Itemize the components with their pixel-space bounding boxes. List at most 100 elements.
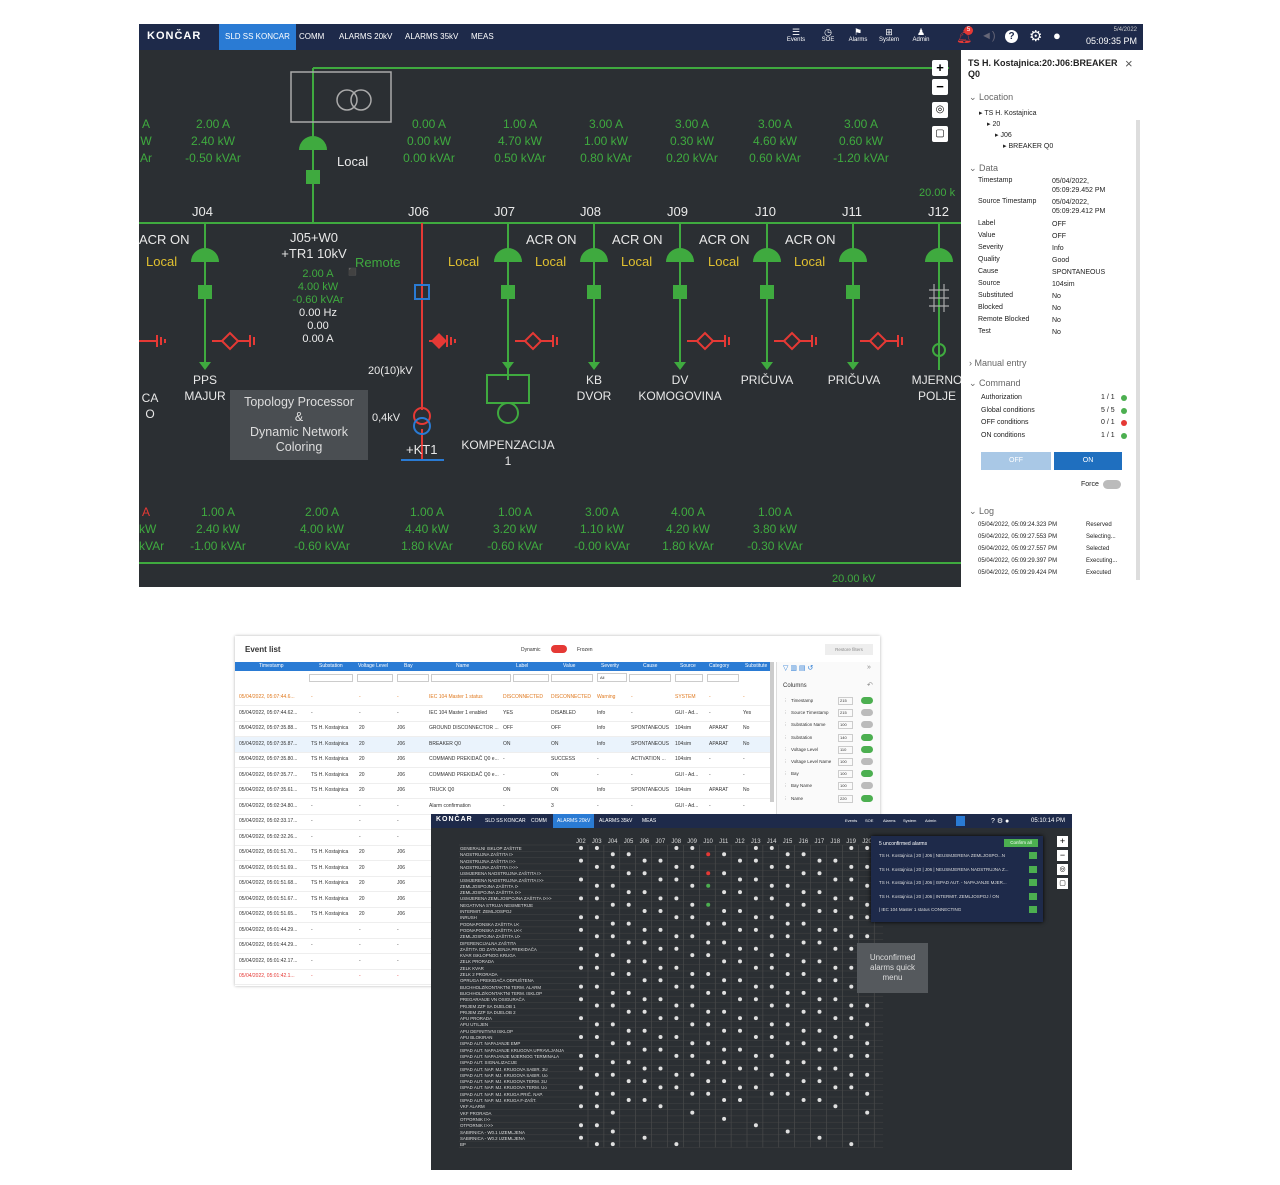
alarm-indicator[interactable] (674, 846, 679, 850)
alarm-indicator[interactable] (769, 915, 774, 920)
alarm-indicator[interactable] (801, 921, 806, 926)
admin-button[interactable]: ♟ Admin (906, 27, 936, 43)
alarms-tab-meas[interactable]: MEAS (642, 814, 656, 828)
event-row[interactable]: 05/04/2022, 05:07:35.77... TS H. Kostajni… (235, 768, 770, 784)
alarm-indicator[interactable] (865, 1003, 870, 1008)
alarm-indicator[interactable] (658, 965, 663, 970)
alarm-indicator[interactable] (801, 1060, 806, 1065)
event-row[interactable]: 05/04/2022, 05:07:35.88... TS H. Kostajni… (235, 721, 770, 737)
event-scrollbar[interactable] (770, 662, 774, 802)
alarm-indicator[interactable] (722, 959, 727, 964)
filter-voltage[interactable] (357, 674, 393, 682)
alarm-indicator[interactable] (785, 1041, 790, 1046)
zoom-out-button[interactable]: − (932, 79, 948, 95)
alarm-indicator[interactable] (594, 1104, 599, 1109)
filter-source[interactable] (675, 674, 703, 682)
close-icon[interactable]: × (1125, 56, 1133, 71)
event-row[interactable]: 05/04/2022, 05:07:44.6... - - - IEC 104 Mast… (235, 690, 770, 706)
filter-substation[interactable] (309, 674, 353, 682)
alarm-indicator[interactable] (579, 1053, 583, 1058)
confirm-alarm-button[interactable] (1029, 865, 1037, 873)
alarm-indicator[interactable] (642, 1066, 647, 1071)
alarm-indicator[interactable] (738, 1098, 742, 1102)
alarm-indicator[interactable] (642, 940, 647, 945)
location-section[interactable]: ⌄ Location (969, 92, 1013, 103)
alarm-indicator[interactable] (610, 1129, 615, 1134)
alarm-indicator[interactable] (594, 1035, 599, 1039)
frozen-toggle[interactable] (551, 645, 567, 653)
soe-button[interactable]: ◷ SOE (813, 27, 843, 43)
column-visible-toggle[interactable] (861, 697, 873, 704)
alarm-indicator[interactable] (785, 1003, 790, 1008)
alarm-indicator[interactable] (833, 1016, 838, 1021)
alarm-indicator[interactable] (594, 846, 599, 850)
alarm-indicator[interactable] (658, 997, 663, 1002)
event-row[interactable]: 05/04/2022, 05:07:35.80... TS H. Kostajni… (235, 752, 770, 768)
alarm-indicator[interactable] (817, 927, 822, 932)
alarm-indicator[interactable] (610, 1022, 615, 1027)
filter-cause[interactable] (629, 674, 671, 682)
tab-meas[interactable]: MEAS (465, 24, 500, 50)
alarm-indicator[interactable] (769, 953, 774, 958)
alarm-indicator[interactable] (769, 896, 774, 901)
alarm-indicator[interactable] (674, 1003, 679, 1008)
alarm-indicator[interactable] (626, 921, 631, 926)
alarm-indicator[interactable] (626, 972, 631, 976)
alarm-indicator[interactable] (738, 1066, 742, 1071)
alarm-indicator[interactable] (833, 909, 838, 913)
alarm-indicator[interactable] (658, 1066, 663, 1071)
condition-name[interactable]: Authorization (981, 394, 1022, 401)
drag-handle-icon[interactable]: ⋮ (783, 698, 788, 704)
alarm-indicator[interactable] (626, 959, 631, 964)
alarm-indicator[interactable] (626, 990, 631, 995)
alarm-indicator[interactable] (753, 1066, 758, 1071)
alarm-indicator[interactable] (626, 940, 631, 945)
alarm-indicator[interactable] (722, 1009, 727, 1014)
alarm-indicator[interactable] (865, 1072, 870, 1077)
alarm-indicator[interactable] (801, 1009, 806, 1014)
alarm-indicator[interactable] (706, 921, 711, 926)
alarm-indicator[interactable] (738, 997, 742, 1002)
alarm-indicator[interactable] (594, 934, 599, 939)
system-button[interactable]: ⊞ System (874, 27, 904, 43)
alarm-indicator[interactable] (610, 1060, 615, 1065)
alarm-indicator[interactable] (753, 1016, 758, 1021)
alarm-indicator[interactable] (817, 997, 822, 1002)
collapse-icon[interactable]: » (867, 664, 871, 671)
alarm-indicator[interactable] (833, 1035, 838, 1039)
alarm-indicator[interactable] (801, 1028, 806, 1033)
alarm-indicator[interactable] (594, 1142, 599, 1147)
alarm-indicator[interactable] (690, 1110, 695, 1115)
confirm-alarm-button[interactable] (1029, 879, 1037, 886)
alarms-notes-icon[interactable]: ▢ (1057, 878, 1068, 889)
command-section[interactable]: ⌄ Command (969, 378, 1021, 389)
log-section[interactable]: ⌄ Log (969, 506, 994, 517)
alarm-indicator[interactable] (801, 1098, 806, 1102)
alarm-indicator[interactable] (833, 997, 838, 1002)
alarm-indicator[interactable] (674, 984, 679, 989)
alarm-indicator[interactable] (817, 858, 822, 863)
alarm-indicator[interactable] (738, 978, 742, 983)
alarm-indicator[interactable] (817, 1009, 822, 1014)
reset-columns-icon[interactable]: ↶ (867, 681, 873, 689)
alarm-indicator[interactable] (658, 909, 663, 913)
alarm-indicator[interactable] (769, 965, 774, 970)
alarm-indicator[interactable] (658, 1104, 663, 1109)
alarm-indicator[interactable] (865, 864, 870, 869)
alarm-indicator[interactable] (801, 990, 806, 995)
alarm-indicator[interactable] (753, 927, 758, 932)
gear-icon[interactable]: ⚙ (1029, 27, 1042, 45)
alarm-indicator[interactable] (674, 1142, 679, 1147)
alarm-indicator[interactable] (753, 858, 758, 863)
alarm-indicator[interactable] (610, 1091, 615, 1096)
column-visible-toggle[interactable] (861, 733, 873, 741)
alarm-indicator[interactable] (849, 877, 854, 882)
alarm-indicator[interactable] (817, 1098, 822, 1102)
alarm-indicator[interactable] (658, 978, 663, 983)
alarm-indicator[interactable] (594, 896, 599, 901)
alarm-indicator[interactable] (801, 1079, 806, 1084)
alarm-indicator[interactable] (706, 852, 711, 857)
force-toggle[interactable] (1103, 480, 1121, 489)
alarm-indicator[interactable] (626, 852, 631, 857)
alarm-indicator[interactable] (785, 953, 790, 958)
